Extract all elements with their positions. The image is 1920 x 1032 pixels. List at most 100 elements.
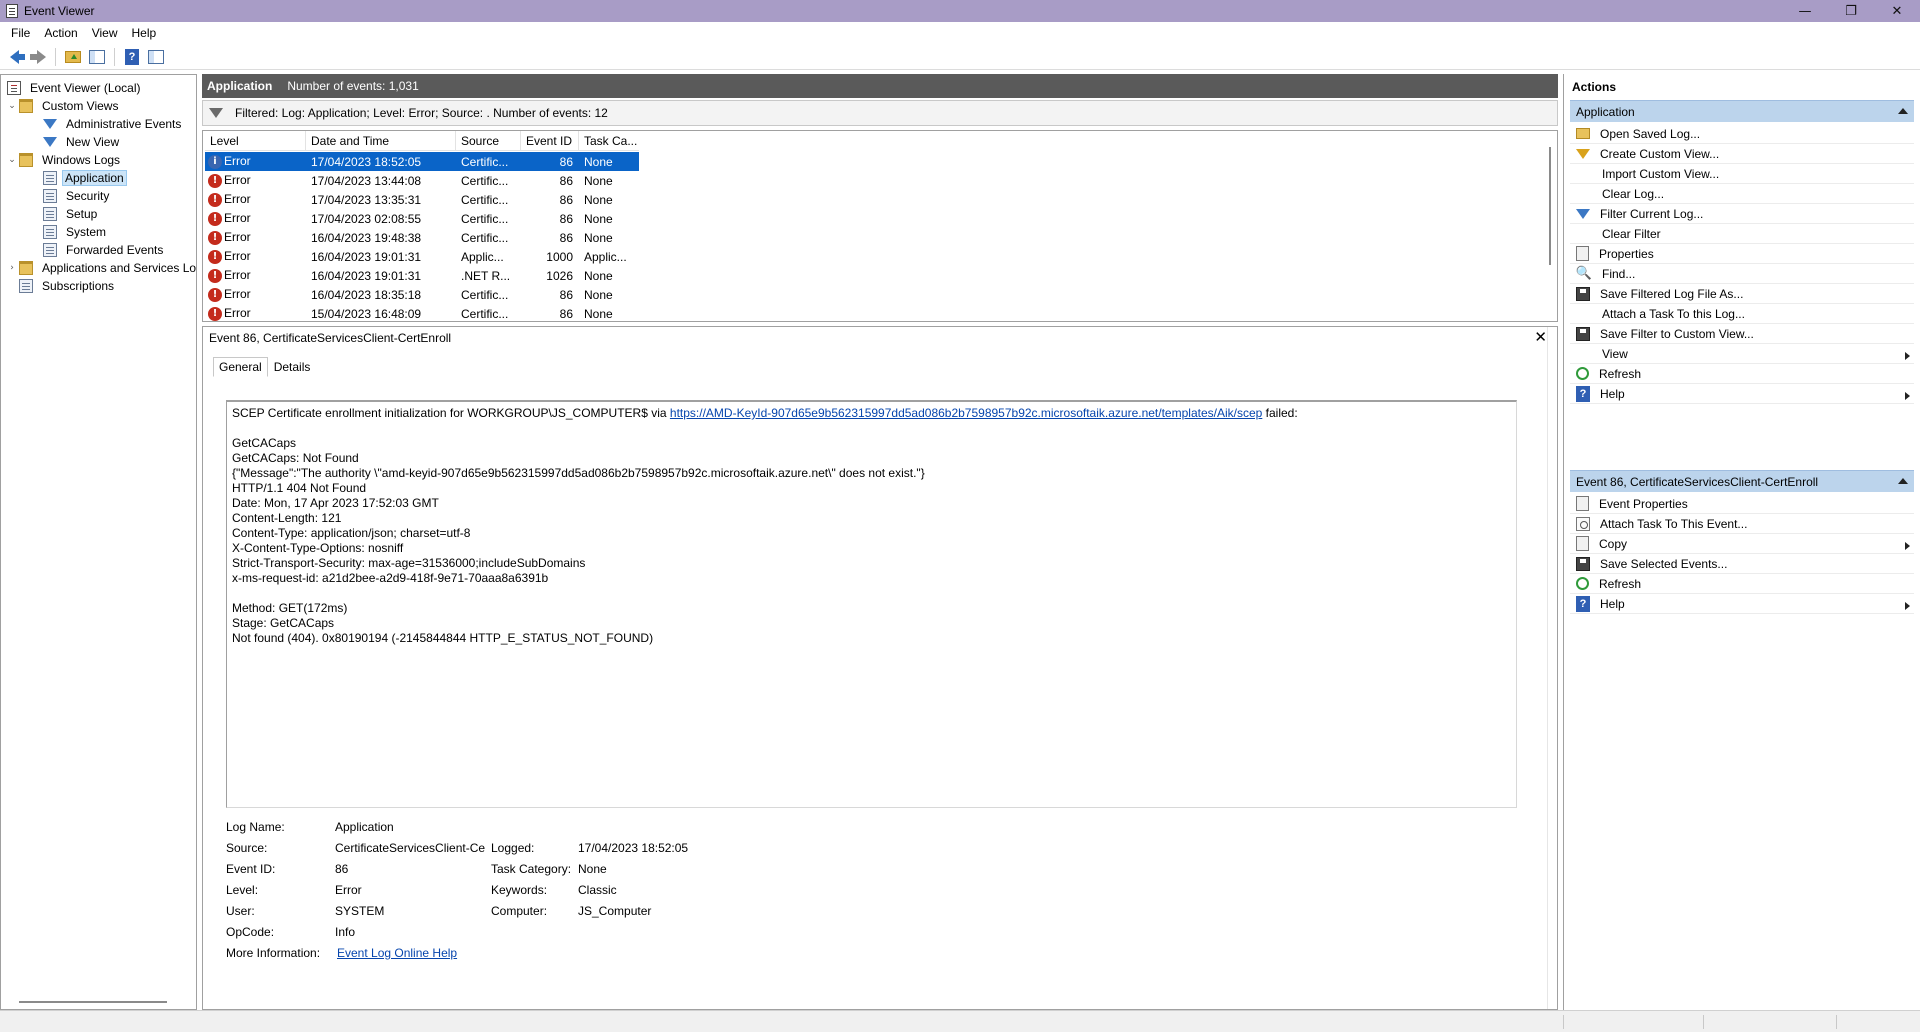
close-detail-icon[interactable]: ✕	[1534, 328, 1547, 346]
back-button[interactable]	[4, 47, 25, 67]
action-label: Refresh	[1599, 366, 1642, 381]
tree-item-custom-views[interactable]: ⌄ Custom Views	[7, 97, 122, 115]
save-icon	[1576, 556, 1590, 571]
minimize-button[interactable]: —	[1782, 0, 1828, 22]
log-name-label: Log Name:	[226, 820, 285, 834]
logged-value: 17/04/2023 18:52:05	[578, 841, 689, 855]
column-header-event-id[interactable]: Event ID	[521, 131, 579, 151]
computer-value: JS_Computer	[578, 904, 652, 918]
table-row[interactable]: ! Error 16/04/2023 19:01:31 Applic... 1000 Ap…	[205, 247, 639, 266]
tree-item-event-viewer-local[interactable]: Event Viewer (Local)	[7, 79, 145, 97]
action-item[interactable]: 🔍 Find...	[1570, 264, 1914, 284]
show-hide-action-pane-button[interactable]	[146, 47, 166, 67]
tree-item-label: Security	[66, 189, 110, 203]
column-header-task-category[interactable]: Task Ca...	[579, 131, 639, 151]
cell-source: Applic...	[461, 249, 504, 264]
close-button[interactable]: ✕	[1874, 0, 1920, 22]
action-item[interactable]: Event Properties	[1570, 494, 1914, 514]
log-name: Application	[207, 79, 273, 93]
table-row[interactable]: ! Error 17/04/2023 02:08:55 Certific... 86 No…	[205, 209, 639, 228]
column-header-level[interactable]: Level	[205, 131, 306, 151]
column-header-source[interactable]: Source	[456, 131, 521, 151]
action-item[interactable]: Clear Log...	[1570, 184, 1914, 204]
horizontal-scrollbar[interactable]	[19, 1001, 167, 1003]
refresh-icon	[1576, 367, 1589, 380]
log-icon	[43, 189, 57, 203]
action-item[interactable]: Filter Current Log...	[1570, 204, 1914, 224]
cell-source: Certific...	[461, 173, 509, 188]
action-label: Refresh	[1599, 576, 1642, 591]
tree-item-subscriptions[interactable]: Subscriptions	[19, 277, 118, 295]
tree-item-label: Applications and Services Lo	[42, 261, 197, 275]
action-item[interactable]: View	[1570, 344, 1914, 364]
tree-item-forwarded-events[interactable]: Forwarded Events	[43, 241, 167, 259]
tab-details[interactable]: Details	[268, 357, 317, 377]
forward-button[interactable]	[28, 47, 48, 67]
action-item[interactable]: Attach Task To This Event...	[1570, 514, 1914, 534]
help-icon: ?	[125, 48, 139, 65]
table-row[interactable]: ! Error 16/04/2023 18:35:18 Certific... 86 No…	[205, 285, 639, 304]
action-item[interactable]: Create Custom View...	[1570, 144, 1914, 164]
table-row[interactable]: ! Error 16/04/2023 19:48:38 Certific... 86 No…	[205, 228, 639, 247]
help-button[interactable]: ?	[122, 47, 142, 67]
action-item[interactable]: Clear Filter	[1570, 224, 1914, 244]
description-text: SCEP Certificate enrollment initializati…	[232, 406, 670, 420]
action-item[interactable]: Save Filter to Custom View...	[1570, 324, 1914, 344]
title-bar: Event Viewer — ❐ ✕	[0, 0, 1920, 22]
table-row[interactable]: i Error 17/04/2023 18:52:05 Certific... 86 No…	[205, 152, 639, 171]
table-row[interactable]: ! Error 17/04/2023 13:35:31 Certific... 86 No…	[205, 190, 639, 209]
menu-view[interactable]: View	[85, 22, 125, 44]
action-item[interactable]: Open Saved Log...	[1570, 124, 1914, 144]
restore-button[interactable]: ❐	[1828, 0, 1874, 22]
table-row[interactable]: ! Error 16/04/2023 19:01:31 .NET R... 1026 No…	[205, 266, 639, 285]
console-tree[interactable]: Event Viewer (Local) ⌄ Custom Views Admi…	[0, 74, 197, 1010]
tree-item-administrative-events[interactable]: Administrative Events	[43, 115, 185, 133]
table-row[interactable]: ! Error 15/04/2023 16:48:09 Certific... 86 No…	[205, 304, 639, 321]
action-item[interactable]: Refresh	[1570, 574, 1914, 594]
vertical-scrollbar[interactable]	[1549, 147, 1551, 265]
action-item[interactable]: ? Help	[1570, 384, 1914, 404]
collapse-caret-icon[interactable]	[1898, 108, 1908, 114]
action-item[interactable]: Copy	[1570, 534, 1914, 554]
event-log-online-help-link[interactable]: Event Log Online Help	[337, 943, 457, 964]
tree-item-application[interactable]: Application	[43, 169, 127, 187]
scep-url-link[interactable]: https://AMD-KeyId-907d65e9b562315997dd5a…	[670, 406, 1262, 420]
tree-item-security[interactable]: Security	[43, 187, 113, 205]
show-hide-tree-button[interactable]	[87, 47, 107, 67]
menu-file[interactable]: File	[4, 22, 37, 44]
menu-action[interactable]: Action	[37, 22, 84, 44]
tree-item-label: Event Viewer (Local)	[30, 81, 141, 95]
tree-item-applications-and-services-logs[interactable]: › Applications and Services Lo	[7, 259, 200, 277]
action-item[interactable]: Properties	[1570, 244, 1914, 264]
actions-pane: Actions Application Open Saved Log... Cre…	[1563, 74, 1920, 1010]
tree-item-new-view[interactable]: New View	[43, 133, 123, 151]
action-item[interactable]: Save Filtered Log File As...	[1570, 284, 1914, 304]
up-one-level-button[interactable]	[63, 47, 83, 67]
actions-section-application[interactable]: Application	[1570, 100, 1914, 122]
action-item[interactable]: Save Selected Events...	[1570, 554, 1914, 574]
table-row[interactable]: ! Error 17/04/2023 13:44:08 Certific... 86 No…	[205, 171, 639, 190]
description-line	[232, 421, 1511, 436]
collapse-chevron-icon[interactable]: ⌄	[7, 155, 17, 165]
action-label: Copy	[1599, 536, 1628, 551]
tab-general[interactable]: General	[213, 357, 268, 377]
error-icon: i	[208, 154, 222, 169]
tree-item-label: Application	[62, 170, 127, 186]
detail-scrollbar-track[interactable]	[1547, 327, 1548, 1009]
tree-item-windows-logs[interactable]: ⌄ Windows Logs	[7, 151, 124, 169]
event-description[interactable]: SCEP Certificate enrollment initializati…	[226, 400, 1517, 808]
menu-help[interactable]: Help	[125, 22, 164, 44]
collapse-caret-icon[interactable]	[1898, 478, 1908, 484]
actions-section-event[interactable]: Event 86, CertificateServicesClient-Cert…	[1570, 470, 1914, 492]
tree-item-system[interactable]: System	[43, 223, 110, 241]
column-header-date-and-time[interactable]: Date and Time	[306, 131, 456, 151]
action-item[interactable]: ? Help	[1570, 594, 1914, 614]
tree-item-setup[interactable]: Setup	[43, 205, 101, 223]
action-item[interactable]: Refresh	[1570, 364, 1914, 384]
events-list[interactable]: Level Date and Time Source Event ID Task…	[202, 130, 1558, 322]
collapse-chevron-icon[interactable]: ⌄	[7, 101, 17, 111]
description-line: Content-Length: 121	[232, 511, 342, 525]
expand-chevron-icon[interactable]: ›	[7, 263, 17, 273]
action-item[interactable]: Import Custom View...	[1570, 164, 1914, 184]
action-item[interactable]: Attach a Task To this Log...	[1570, 304, 1914, 324]
